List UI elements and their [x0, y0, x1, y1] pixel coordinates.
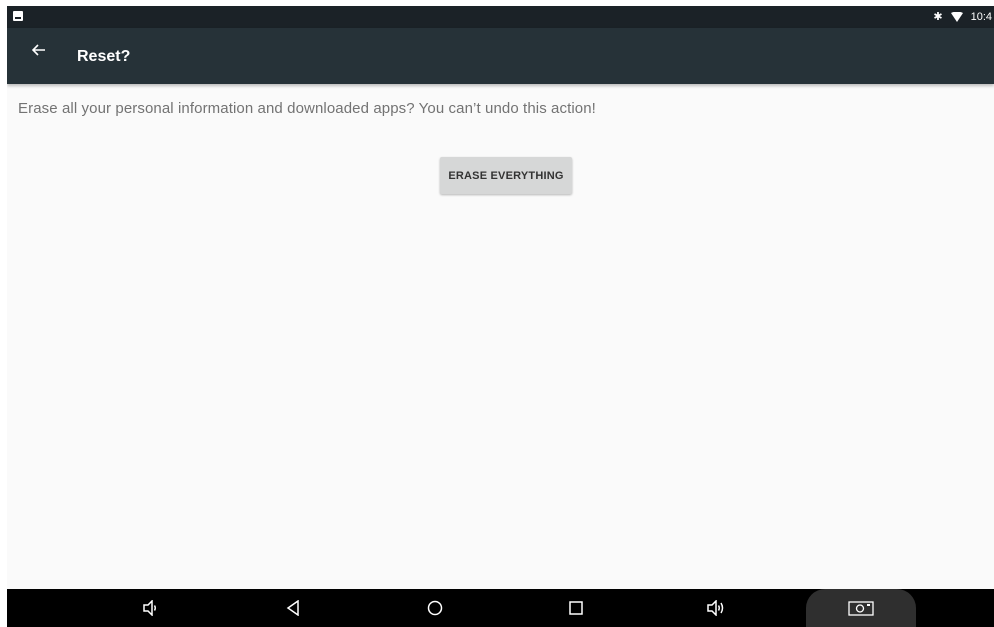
volume-down-icon: [143, 600, 156, 616]
nav-recents-button[interactable]: [556, 589, 596, 627]
screenshot-icon: [848, 601, 874, 616]
nav-home-button[interactable]: [415, 589, 455, 627]
wifi-icon: [950, 12, 963, 22]
notification-icon: [13, 11, 23, 21]
back-button[interactable]: [25, 36, 53, 64]
arrow-back-icon: [32, 44, 45, 56]
nav-back-button[interactable]: [273, 589, 313, 627]
screenshot-button[interactable]: [806, 589, 916, 627]
back-icon: [286, 600, 299, 616]
page-title: Reset?: [77, 48, 131, 65]
status-icons: ✱ 10:4: [933, 6, 994, 28]
volume-down-button[interactable]: [131, 589, 171, 627]
recents-icon: [569, 601, 583, 615]
navigation-bar: [7, 589, 994, 627]
volume-up-icon: [707, 600, 724, 616]
device-screen: ✱ 10:4 Reset? Erase all your personal in…: [7, 6, 994, 627]
bluetooth-icon: ✱: [933, 11, 943, 23]
reset-warning-text: Erase all your personal information and …: [18, 100, 596, 117]
erase-everything-button[interactable]: ERASE EVERYTHING: [440, 157, 572, 194]
home-icon: [427, 600, 443, 616]
status-bar: ✱ 10:4: [7, 6, 994, 28]
status-clock: 10:4: [970, 11, 992, 23]
app-bar: Reset?: [7, 28, 994, 84]
volume-up-button[interactable]: [697, 589, 737, 627]
